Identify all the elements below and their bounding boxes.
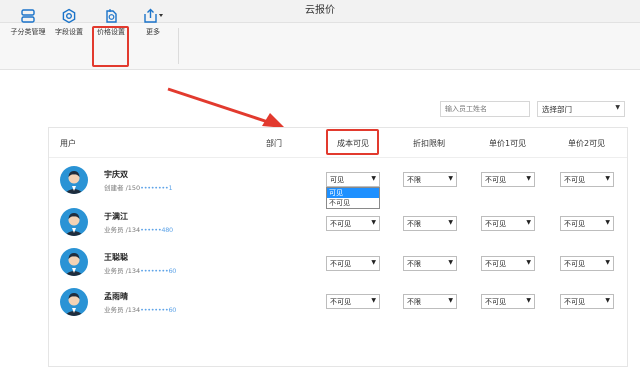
department-select-label: 选择部门 <box>542 105 572 114</box>
cost-visibility-value: 不可见 <box>330 298 351 306</box>
user-avatar-icon <box>64 171 84 194</box>
avatar <box>60 166 88 194</box>
chevron-down-icon: ▼ <box>526 297 531 304</box>
cost-visibility-value: 不可见 <box>330 220 351 228</box>
price2-visibility-value: 不可见 <box>564 220 585 228</box>
chevron-down-icon: ▼ <box>605 259 610 266</box>
price1-visibility-select[interactable]: 不可见 ▼ <box>481 172 535 187</box>
phone-blurred: ••••••••1 <box>140 184 173 192</box>
price2-visibility-value: 不可见 <box>564 298 585 306</box>
chevron-down-icon: ▼ <box>371 297 376 304</box>
chevron-down-icon: ▼ <box>448 175 453 182</box>
header-divider <box>49 157 627 158</box>
avatar <box>60 288 88 316</box>
discount-limit-select[interactable]: 不限 ▼ <box>403 294 457 309</box>
price2-visibility-select[interactable]: 不可见 ▼ <box>560 172 614 187</box>
user-avatar-icon <box>64 213 84 236</box>
department-select[interactable]: 选择部门 ▼ <box>537 101 625 117</box>
user-name: 孟雨晴 <box>104 292 128 301</box>
price1-visibility-select[interactable]: 不可见 ▼ <box>481 256 535 271</box>
column-header-price1: 单价1可见 <box>489 139 527 148</box>
employee-search-input[interactable] <box>440 101 530 117</box>
user-role-phone: 业务员 /134••••••480 <box>104 224 173 234</box>
user-role: 业务员 /134 <box>104 226 141 234</box>
user-name: 宇庆双 <box>104 170 128 179</box>
chevron-down-icon: ▼ <box>371 175 376 182</box>
user-role-phone: 业务员 /134••••••••60 <box>104 304 176 314</box>
price2-visibility-select[interactable]: 不可见 ▼ <box>560 256 614 271</box>
column-header-discount: 折扣限制 <box>413 139 445 148</box>
discount-limit-select[interactable]: 不限 ▼ <box>403 216 457 231</box>
avatar <box>60 248 88 276</box>
chevron-down-icon: ▼ <box>448 297 453 304</box>
cost-visibility-dropdown: 可见 不可见 <box>326 187 380 209</box>
cost-column-highlight <box>326 129 379 155</box>
discount-limit-select[interactable]: 不限 ▼ <box>403 172 457 187</box>
phone-blurred: ••••••••60 <box>140 267 177 275</box>
user-role: 创建者 /150 <box>104 184 141 192</box>
chevron-down-icon: ▼ <box>371 219 376 226</box>
cost-visibility-select[interactable]: 不可见 ▼ <box>326 256 380 271</box>
user-role-phone: 创建者 /150••••••••1 <box>104 182 173 192</box>
phone-blurred: ••••••••60 <box>140 306 177 314</box>
column-header-dept: 部门 <box>266 139 282 148</box>
user-role: 业务员 /134 <box>104 267 141 275</box>
price1-visibility-value: 不可见 <box>485 176 506 184</box>
dropdown-option-invisible[interactable]: 不可见 <box>327 198 379 208</box>
cost-visibility-select[interactable]: 不可见 ▼ <box>326 216 380 231</box>
user-name: 王聪聪 <box>104 253 128 262</box>
chevron-down-icon: ▼ <box>526 175 531 182</box>
price2-visibility-select[interactable]: 不可见 ▼ <box>560 294 614 309</box>
chevron-down-icon: ▼ <box>526 219 531 226</box>
chevron-down-icon: ▼ <box>448 219 453 226</box>
permissions-table <box>48 127 628 367</box>
discount-limit-value: 不限 <box>407 260 421 268</box>
price2-visibility-value: 不可见 <box>564 260 585 268</box>
cost-visibility-select[interactable]: 可见 ▼ <box>326 172 380 187</box>
user-role-phone: 业务员 /134••••••••60 <box>104 265 176 275</box>
chevron-down-icon: ▼ <box>448 259 453 266</box>
user-name: 于满江 <box>104 212 128 221</box>
price1-visibility-select[interactable]: 不可见 ▼ <box>481 216 535 231</box>
price1-visibility-select[interactable]: 不可见 ▼ <box>481 294 535 309</box>
chevron-down-icon: ▼ <box>526 259 531 266</box>
user-avatar-icon <box>64 253 84 276</box>
discount-limit-value: 不限 <box>407 298 421 306</box>
chevron-down-icon: ▼ <box>615 104 620 111</box>
avatar <box>60 208 88 236</box>
user-role: 业务员 /134 <box>104 306 141 314</box>
price1-visibility-value: 不可见 <box>485 260 506 268</box>
price2-visibility-select[interactable]: 不可见 ▼ <box>560 216 614 231</box>
column-header-user: 用户 <box>60 139 76 148</box>
cost-visibility-select[interactable]: 不可见 ▼ <box>326 294 380 309</box>
price1-visibility-value: 不可见 <box>485 220 506 228</box>
price2-visibility-value: 不可见 <box>564 176 585 184</box>
column-header-price2: 单价2可见 <box>568 139 606 148</box>
cost-visibility-value: 不可见 <box>330 260 351 268</box>
phone-blurred: ••••••480 <box>140 226 173 234</box>
discount-limit-value: 不限 <box>407 220 421 228</box>
chevron-down-icon: ▼ <box>605 297 610 304</box>
chevron-down-icon: ▼ <box>605 175 610 182</box>
dropdown-option-visible[interactable]: 可见 <box>327 188 379 198</box>
price1-visibility-value: 不可见 <box>485 298 506 306</box>
chevron-down-icon: ▼ <box>605 219 610 226</box>
user-avatar-icon <box>64 293 84 316</box>
discount-limit-select[interactable]: 不限 ▼ <box>403 256 457 271</box>
discount-limit-value: 不限 <box>407 176 421 184</box>
chevron-down-icon: ▼ <box>371 259 376 266</box>
cost-visibility-value: 可见 <box>330 176 344 184</box>
